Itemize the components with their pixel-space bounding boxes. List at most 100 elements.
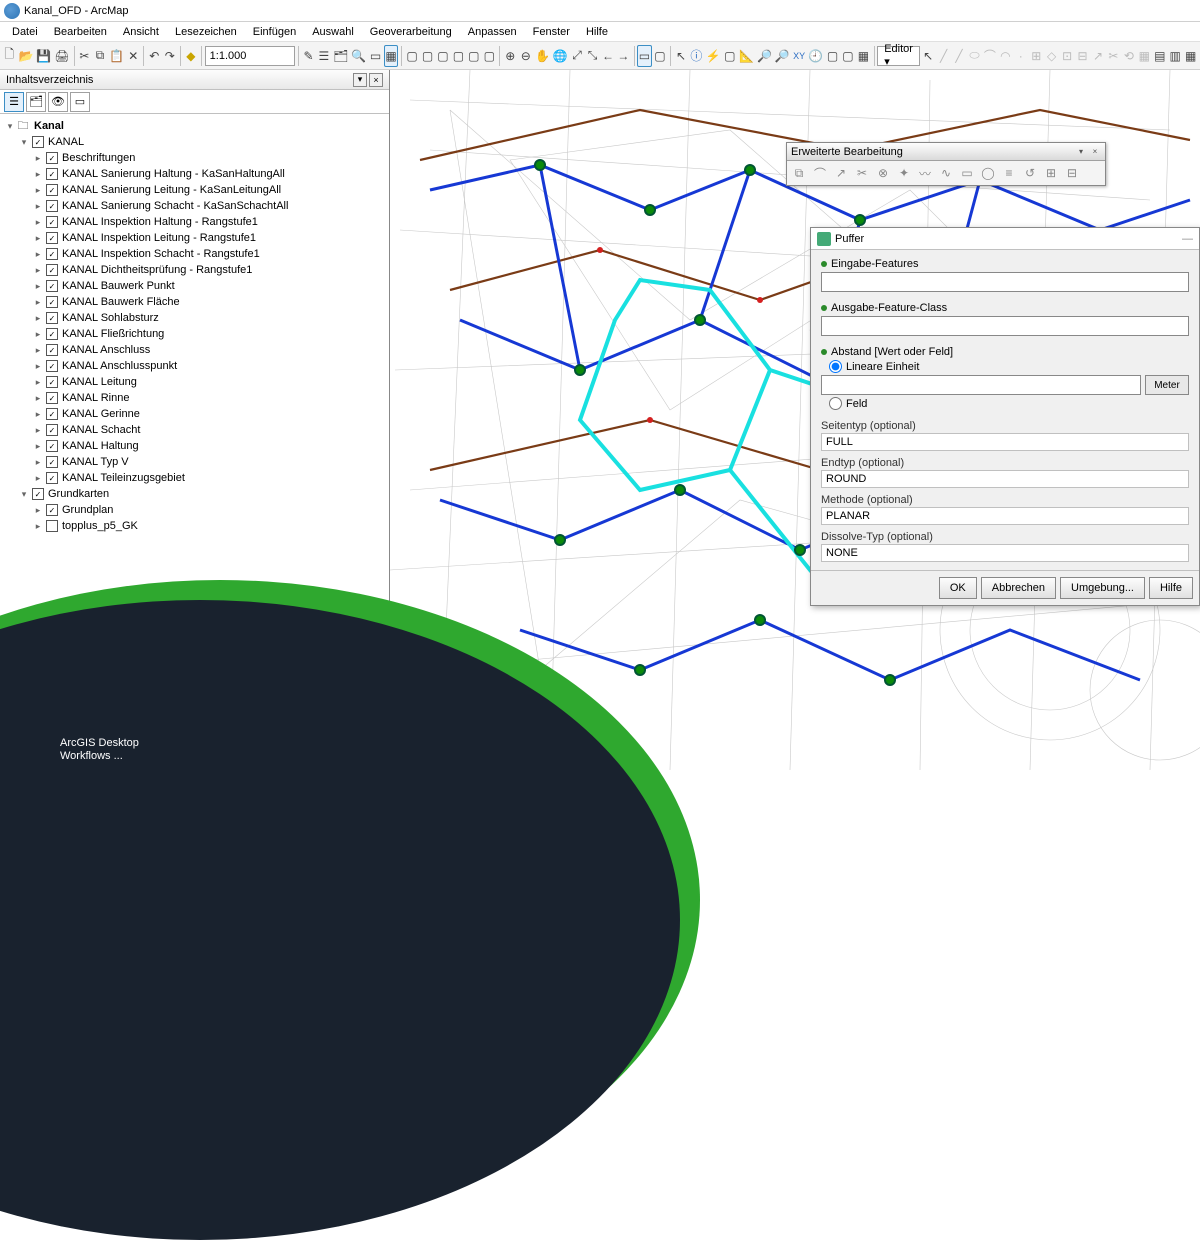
toc-tab-source-icon[interactable]: 🗂 [26,92,46,112]
advanced-editing-toolbar[interactable]: Erweiterte Bearbeitung ▾× ⧉ ⌒ ↗ ✂ ⊗ ✦ 〰 … [786,142,1106,186]
t4-icon[interactable]: ▢ [451,45,465,67]
adv-replace-icon[interactable]: ↺ [1020,163,1040,183]
ed2-icon[interactable]: ╱ [952,45,966,67]
search-icon[interactable]: 🔍 [350,45,367,67]
toc-group-grundkarten[interactable]: ▾ Grundkarten [2,486,387,502]
adv-dropdown-icon[interactable]: ▾ [1075,146,1087,158]
toc-layer[interactable]: ▸KANAL Gerinne [2,406,387,422]
toc-pin-icon[interactable]: ▾ [353,73,367,87]
t1-icon[interactable]: ▢ [405,45,419,67]
toc-layer[interactable]: ▸KANAL Schacht [2,422,387,438]
toc-layer[interactable]: ▸KANAL Sohlabsturz [2,310,387,326]
ed-attr-icon[interactable]: ▤ [1153,45,1167,67]
select-features-icon[interactable]: ▭ [637,45,651,67]
ed11-icon[interactable]: ↗ [1091,45,1105,67]
toc-icon[interactable]: ☰ [317,45,331,67]
toc-layer[interactable]: ▸topplus_p5_GK [2,518,387,534]
adv-fillet-icon[interactable]: ⌒ [810,163,830,183]
menu-insert[interactable]: Einfügen [245,24,304,40]
buffer-end-value[interactable]: ROUND [821,470,1189,488]
toc-layer[interactable]: ▸KANAL Sanierung Schacht - KaSanSchachtA… [2,198,387,214]
toc-group-kanal[interactable]: ▾ KANAL [2,134,387,150]
ed4-icon[interactable]: ⌒ [983,45,997,67]
open-icon[interactable]: 📂 [17,45,34,67]
toc-layer[interactable]: ▸KANAL Anschluss [2,342,387,358]
pan-icon[interactable]: ✋ [534,45,551,67]
hyperlink-icon[interactable]: ⚡ [705,45,722,67]
redo-icon[interactable]: ↷ [163,45,177,67]
adv-intersect-icon[interactable]: ⊗ [873,163,893,183]
measure-icon[interactable]: 📐 [738,45,755,67]
toc-layer[interactable]: ▸KANAL Inspektion Leitung - Rangstufe1 [2,230,387,246]
buffer-env-button[interactable]: Umgebung... [1060,577,1145,599]
adv-copy-icon[interactable]: ⧉ [789,163,809,183]
edit-tool-icon[interactable]: ↖ [921,45,935,67]
adv-generalize-icon[interactable]: 〰 [915,163,935,183]
buffer-cancel-button[interactable]: Abbrechen [981,577,1056,599]
new-icon[interactable]: 🗋 [2,45,16,67]
toc-tree[interactable]: ▾🗀 Kanal ▾ KANAL ▸Beschriftungen▸KANAL S… [0,114,389,772]
menu-file[interactable]: Datei [4,24,46,40]
buffer-field-radio[interactable] [829,397,842,410]
menu-geoprocessing[interactable]: Geoverarbeitung [362,24,460,40]
toc-layer[interactable]: ▸KANAL Inspektion Schacht - Rangstufe1 [2,246,387,262]
window-icon[interactable]: ▢ [841,45,855,67]
goto-xy-icon[interactable]: XY [792,45,806,67]
fixed-zoom-in-icon[interactable]: ⤢ [570,45,584,67]
python-icon[interactable]: ▭ [368,45,382,67]
toc-close-icon[interactable]: × [369,73,383,87]
ed12-icon[interactable]: ✂ [1106,45,1120,67]
buffer-dissolve-value[interactable]: NONE [821,544,1189,562]
map-canvas[interactable]: Erweiterte Bearbeitung ▾× ⧉ ⌒ ↗ ✂ ⊗ ✦ 〰 … [390,70,1200,772]
ed1-icon[interactable]: ╱ [936,45,950,67]
time-slider-icon[interactable]: 🕘 [807,45,824,67]
toc-tab-visibility-icon[interactable]: 👁 [48,92,68,112]
viewer-icon[interactable]: ▢ [825,45,839,67]
scale-combo[interactable] [205,46,295,66]
adv-smooth-icon[interactable]: ∿ [936,163,956,183]
t2-icon[interactable]: ▢ [420,45,434,67]
toc-tab-drawing-order-icon[interactable]: ☰ [4,92,24,112]
clear-selection-icon[interactable]: ▢ [653,45,667,67]
toc-layer[interactable]: ▸KANAL Inspektion Haltung - Rangstufe1 [2,214,387,230]
find-icon[interactable]: 🔎 [756,45,773,67]
menu-edit[interactable]: Bearbeiten [46,24,115,40]
undo-icon[interactable]: ↶ [147,45,161,67]
ed-template-icon[interactable]: ▦ [1183,45,1197,67]
ed9-icon[interactable]: ⊡ [1060,45,1074,67]
adv-trim-icon[interactable]: ✂ [852,163,872,183]
full-extent-icon[interactable]: 🌐 [552,45,569,67]
buffer-side-value[interactable]: FULL [821,433,1189,451]
menu-bookmarks[interactable]: Lesezeichen [167,24,245,40]
buffer-output-field[interactable] [821,316,1189,336]
toc-layer[interactable]: ▸KANAL Dichtheitsprüfung - Rangstufe1 [2,262,387,278]
ed10-icon[interactable]: ⊟ [1075,45,1089,67]
zoom-in-icon[interactable]: ⊕ [503,45,517,67]
buffer-linear-radio[interactable] [829,360,842,373]
adv-close-icon[interactable]: × [1089,146,1101,158]
menu-customize[interactable]: Anpassen [460,24,525,40]
ed3-icon[interactable]: ⬭ [967,45,981,67]
catalog-icon[interactable]: 🗂 [332,45,349,67]
toc-layer[interactable]: ▸KANAL Leitung [2,374,387,390]
pointer-icon[interactable]: ↖ [674,45,688,67]
copy-icon[interactable]: ⧉ [93,45,107,67]
editor-toolbar-icon[interactable]: ✎ [301,45,315,67]
ed14-icon[interactable]: ▦ [1137,45,1151,67]
html-popup-icon[interactable]: ▢ [723,45,737,67]
fixed-zoom-out-icon[interactable]: ⤡ [585,45,599,67]
back-icon[interactable]: ← [601,45,615,67]
delete-icon[interactable]: ✕ [126,45,140,67]
menu-view[interactable]: Ansicht [115,24,167,40]
toc-layer[interactable]: ▸KANAL Sanierung Haltung - KaSanHaltungA… [2,166,387,182]
menu-selection[interactable]: Auswahl [304,24,362,40]
editor-dropdown[interactable]: Editor ▾ [877,46,920,66]
toc-layer[interactable]: ▸KANAL Anschlusspunkt [2,358,387,374]
zoom-out-icon[interactable]: ⊖ [519,45,533,67]
toc-layer[interactable]: ▸KANAL Rinne [2,390,387,406]
ed5-icon[interactable]: ◠ [998,45,1012,67]
buffer-input-field[interactable] [821,272,1189,292]
adv-circle-icon[interactable]: ◯ [978,163,998,183]
ed6-icon[interactable]: · [1014,45,1028,67]
paste-icon[interactable]: 📋 [108,45,125,67]
